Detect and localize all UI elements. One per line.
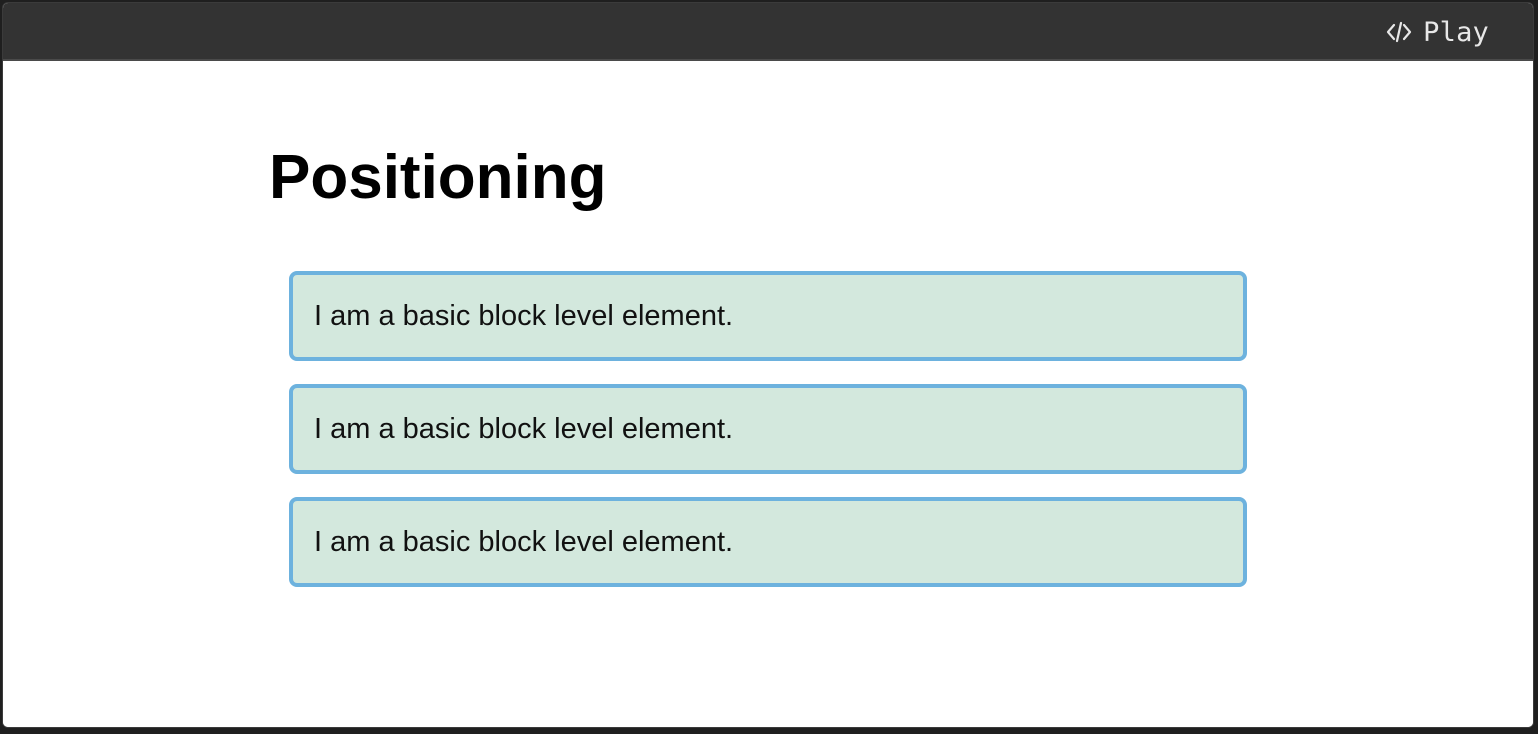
editor-toolbar: Play: [3, 3, 1533, 61]
play-button-label: Play: [1423, 16, 1489, 48]
block-element-text: I am a basic block level element.: [314, 525, 734, 558]
page-title: Positioning: [269, 143, 607, 212]
block-element: I am a basic block level element.: [289, 497, 1247, 587]
output-panel: Positioning I am a basic block level ele…: [3, 61, 1533, 727]
block-element: I am a basic block level element.: [289, 271, 1247, 361]
play-button[interactable]: Play: [1385, 17, 1489, 47]
code-icon: [1385, 20, 1413, 44]
editor-window: Play Positioning I am a basic block leve…: [2, 2, 1534, 728]
block-element-text: I am a basic block level element.: [314, 299, 734, 332]
block-element: I am a basic block level element.: [289, 384, 1247, 474]
block-element-text: I am a basic block level element.: [314, 412, 734, 445]
